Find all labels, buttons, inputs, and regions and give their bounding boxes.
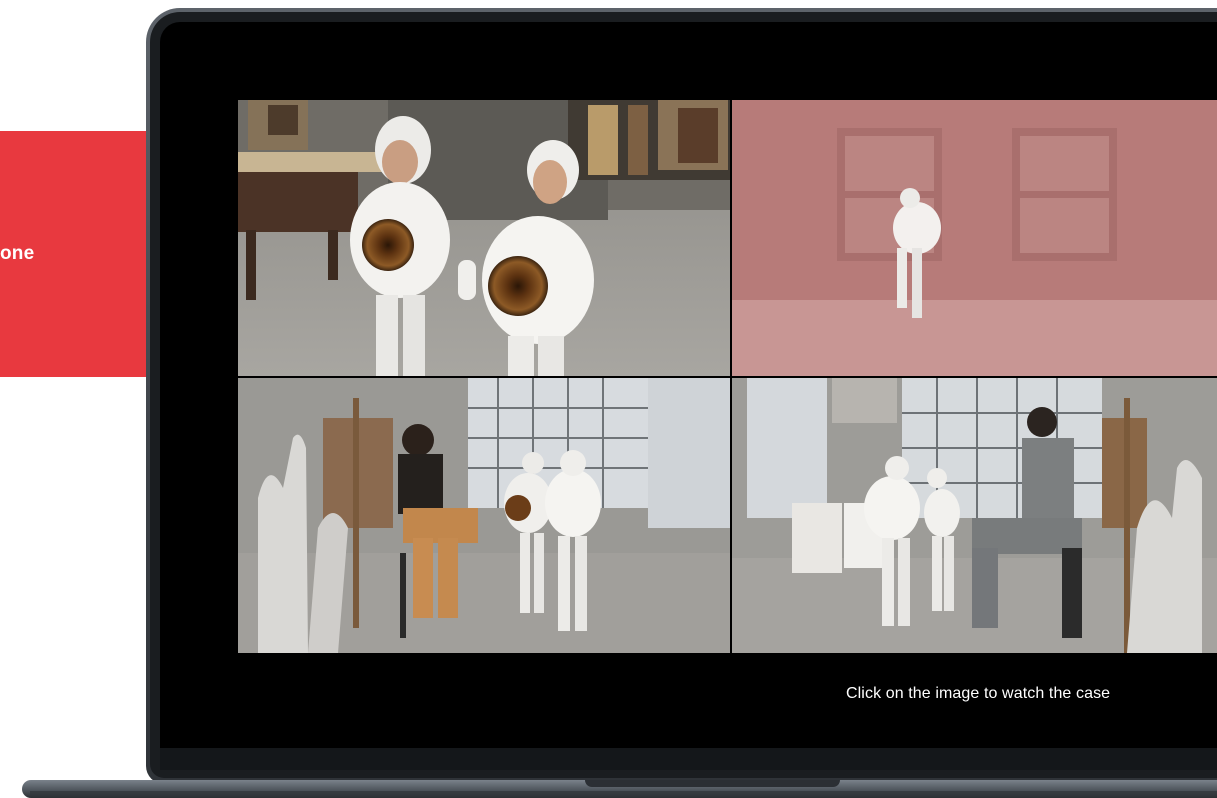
laptop-screen-bottom-bar <box>160 748 1217 770</box>
side-card-text: one <box>0 243 35 264</box>
side-card: one <box>0 131 150 377</box>
case-video-thumbnail[interactable] <box>238 100 1217 653</box>
video-panel-top-left <box>238 100 730 376</box>
laptop-base-shadow <box>30 791 1217 798</box>
video-panel-top-right <box>732 100 1217 376</box>
page: one Click on the image to watch the case <box>0 0 1217 798</box>
video-panel-bottom-right <box>732 378 1217 653</box>
laptop-notch <box>585 780 840 787</box>
watch-case-caption[interactable]: Click on the image to watch the case <box>846 685 1110 703</box>
video-panel-bottom-left <box>238 378 730 653</box>
